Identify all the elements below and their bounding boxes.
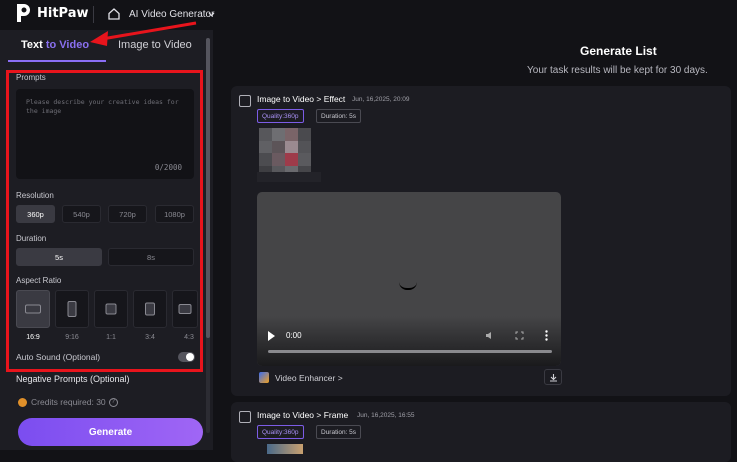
image-to-video-icon (239, 411, 251, 423)
task-card: Image to Video > Effect Jun, 16,2025, 20… (231, 86, 731, 396)
ratio-4-3-icon (178, 304, 192, 314)
video-player[interactable]: 0:00 (257, 192, 561, 366)
source-image-thumbnail[interactable] (259, 128, 311, 178)
prompt-input[interactable]: Please describe your creative ideas for … (16, 89, 194, 179)
prompts-label: Prompts (16, 73, 46, 82)
video-time: 0:00 (286, 331, 302, 340)
coin-icon (18, 397, 27, 407)
aspect-option-1-1[interactable] (94, 290, 128, 328)
resolution-option-1080p[interactable]: 1080p (155, 205, 194, 223)
image-to-video-icon (239, 95, 251, 107)
task-date: Jun, 16,2025, 20:09 (352, 96, 410, 103)
aspect-option-9-16[interactable] (55, 290, 89, 328)
resolution-option-360p[interactable]: 360p (16, 205, 55, 223)
aspect-label-16-9: 16:9 (26, 334, 40, 341)
resolution-label: Resolution (16, 191, 54, 200)
home-icon[interactable] (107, 7, 121, 21)
task-title: Image to Video > Frame (257, 410, 349, 420)
video-progress-bar[interactable] (268, 350, 552, 353)
prompt-char-count: 0/2000 (154, 163, 182, 172)
generate-button[interactable]: Generate (18, 418, 203, 446)
quality-badge: Quality:360p (257, 425, 304, 439)
volume-icon[interactable] (485, 331, 494, 340)
duration-badge: Duration: 5s (316, 109, 362, 123)
aspect-label-1-1: 1:1 (106, 334, 116, 341)
aspect-label-4-3: 4:3 (184, 334, 194, 341)
brand-name: HitPaw (37, 5, 89, 21)
aspect-ratio-label: Aspect Ratio (16, 276, 62, 285)
aspect-label-3-4: 3:4 (145, 334, 155, 341)
video-controls-backdrop (257, 316, 561, 366)
auto-sound-label: Auto Sound (Optional) (16, 352, 101, 362)
duration-option-5s[interactable]: 5s (16, 248, 102, 266)
sidebar-scroll-thumb[interactable] (206, 38, 210, 338)
page-subtitle: Your task results will be kept for 30 da… (527, 65, 708, 76)
resolution-option-720p[interactable]: 720p (108, 205, 147, 223)
chevron-down-icon[interactable] (208, 11, 215, 18)
prompt-placeholder: Please describe your creative ideas for … (26, 98, 179, 115)
video-frame-content (399, 282, 417, 290)
ratio-3-4-icon (145, 302, 155, 316)
duration-label: Duration (16, 234, 47, 243)
duration-badge: Duration: 5s (316, 425, 362, 439)
credits-text: Credits required: 30 (31, 397, 106, 407)
ratio-9-16-icon (67, 301, 77, 317)
aspect-option-3-4[interactable] (133, 290, 167, 328)
hitpaw-logo-icon (17, 4, 30, 22)
app-switcher[interactable]: AI Video Generator (129, 9, 214, 20)
annotation-arrow (90, 21, 197, 46)
tab-text-to-video[interactable]: Text to Video (21, 39, 89, 51)
download-button[interactable] (544, 369, 562, 385)
tab-label-highlight: to Video (45, 39, 90, 51)
aspect-option-4-3[interactable] (172, 290, 198, 328)
video-enhancer-label: Video Enhancer > (275, 372, 343, 383)
page-title: Generate List (580, 44, 657, 58)
video-enhancer-icon (259, 372, 269, 383)
blurred-caption (257, 172, 321, 182)
active-tab-indicator (8, 60, 106, 62)
aspect-label-9-16: 9:16 (65, 334, 79, 341)
tab-label: Text (21, 39, 46, 51)
task-card: Image to Video > Frame Jun, 16,2025, 16:… (231, 402, 731, 462)
play-icon[interactable] (268, 331, 275, 341)
fullscreen-icon[interactable] (515, 331, 524, 340)
ratio-1-1-icon (105, 303, 117, 315)
sidebar: Text to Video Image to Video Prompts Ple… (0, 30, 213, 450)
source-image-thumbnail[interactable] (267, 444, 303, 454)
help-icon[interactable]: ? (108, 397, 118, 407)
aspect-option-16-9[interactable] (16, 290, 50, 328)
credits-info: Credits required: 30 ? (18, 397, 118, 407)
download-icon (550, 374, 557, 382)
ratio-16-9-icon (25, 304, 41, 314)
task-title: Image to Video > Effect (257, 94, 346, 104)
video-enhancer-link[interactable]: Video Enhancer > (259, 372, 343, 383)
auto-sound-toggle[interactable] (178, 352, 195, 362)
task-date: Jun, 16,2025, 16:55 (357, 412, 415, 419)
duration-option-8s[interactable]: 8s (108, 248, 194, 266)
more-options-icon[interactable] (545, 330, 548, 341)
negative-prompts-label[interactable]: Negative Prompts (Optional) (16, 374, 130, 384)
quality-badge: Quality:360p (257, 109, 304, 123)
hitpaw-logo[interactable]: HitPaw (15, 3, 89, 23)
resolution-option-540p[interactable]: 540p (62, 205, 101, 223)
